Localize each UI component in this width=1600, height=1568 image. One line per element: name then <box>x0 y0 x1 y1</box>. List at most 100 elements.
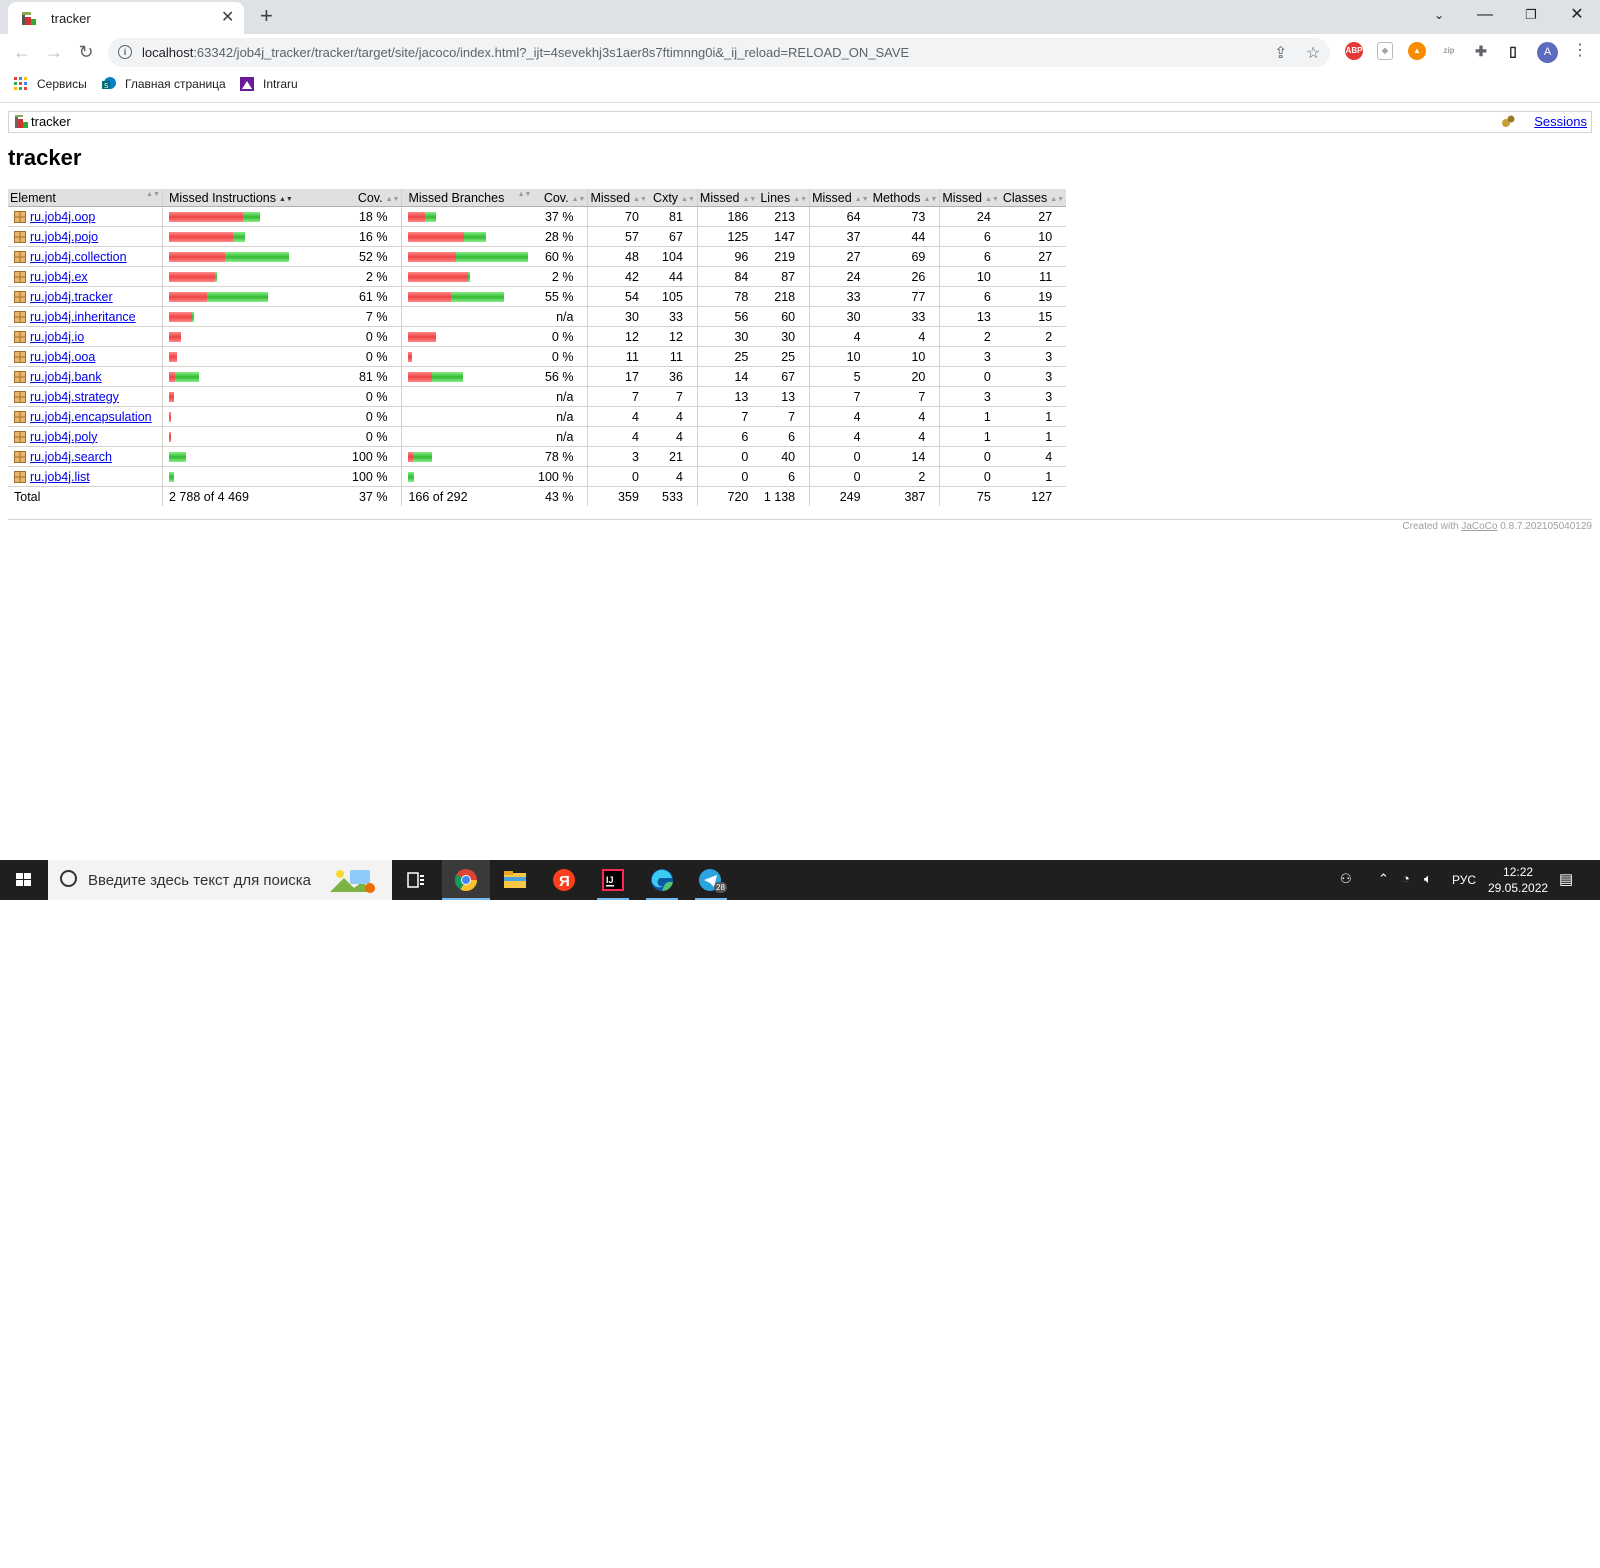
package-link[interactable]: ru.job4j.ex <box>30 270 88 284</box>
header-methods[interactable]: Methods ▲▼ <box>870 189 940 207</box>
header-classes-missed[interactable]: Missed ▲▼ <box>939 189 1001 207</box>
header-lines-missed[interactable]: Missed ▲▼ <box>696 189 759 207</box>
cxty-missed-cell: 4 <box>587 406 649 427</box>
missed-branches-cell <box>401 226 534 247</box>
package-link[interactable]: ru.job4j.encapsulation <box>30 410 152 424</box>
browser-menu-icon[interactable]: ⋮ <box>1572 42 1588 60</box>
branch-cov-cell: 56 % <box>533 366 588 387</box>
url-text[interactable]: localhost:63342/job4j_tracker/tracker/ta… <box>142 45 909 60</box>
instr-cov-cell: 61 % <box>350 286 402 307</box>
package-link[interactable]: ru.job4j.tracker <box>30 290 113 304</box>
total-classes: 127 <box>1000 486 1067 506</box>
taskbar-telegram[interactable]: 28 <box>687 860 735 900</box>
package-link[interactable]: ru.job4j.inheritance <box>30 310 136 324</box>
sessions-link[interactable]: Sessions <box>1534 114 1587 129</box>
tray-overflow-icon[interactable]: ⌃ <box>1378 871 1389 887</box>
header-missed-instructions[interactable]: Missed Instructions ▲▼ <box>162 189 350 207</box>
taskbar-search-box[interactable]: Введите здесь текст для поиска <box>48 860 392 900</box>
header-cxty-missed[interactable]: Missed ▲▼ <box>587 189 649 207</box>
taskbar-intellij[interactable]: IJ <box>589 860 637 900</box>
header-element[interactable]: Element ▲▼ <box>8 189 163 207</box>
minimize-icon[interactable]: — <box>1465 4 1505 26</box>
windows-start-icon[interactable] <box>0 860 47 900</box>
header-missed-branches[interactable]: Missed Branches ▲▼ <box>401 189 534 207</box>
shield-extension-icon[interactable]: ◈ <box>1377 42 1393 60</box>
language-indicator[interactable]: РУС <box>1452 873 1476 887</box>
bookmark-intraru[interactable]: Intraru <box>240 77 298 91</box>
intraru-icon <box>240 77 254 91</box>
package-link[interactable]: ru.job4j.strategy <box>30 390 119 404</box>
missed-instructions-cell <box>162 326 350 347</box>
methods-cell: 2 <box>870 466 940 487</box>
adblock-extension-icon[interactable]: ABP <box>1345 42 1363 60</box>
new-tab-icon[interactable]: + <box>260 5 273 27</box>
profile-avatar[interactable]: A <box>1537 42 1558 63</box>
tab-search-icon[interactable]: ⌄ <box>1419 4 1459 26</box>
people-icon[interactable]: ⚇ <box>1340 871 1352 887</box>
package-link[interactable]: ru.job4j.pojo <box>30 230 98 244</box>
breadcrumb-current: tracker <box>31 114 71 129</box>
taskbar-edge[interactable] <box>638 860 686 900</box>
classes-missed-cell: 3 <box>939 346 1001 367</box>
volume-icon[interactable]: 🔈︎ <box>1424 871 1432 887</box>
taskbar-file-explorer[interactable] <box>491 860 539 900</box>
methods-cell: 20 <box>870 366 940 387</box>
lines-missed-cell: 84 <box>696 266 759 287</box>
missed-instructions-cell <box>162 426 350 447</box>
element-cell: ru.job4j.strategy <box>8 386 163 407</box>
forward-icon[interactable]: → <box>42 42 66 62</box>
share-icon[interactable]: ⇪ <box>1274 43 1287 63</box>
methods-cell: 4 <box>870 426 940 447</box>
clock[interactable]: 12:22 29.05.2022 <box>1488 864 1548 896</box>
orange-extension-icon[interactable]: ▲ <box>1408 42 1426 60</box>
close-window-icon[interactable]: ✕ <box>1557 4 1597 26</box>
missed-bar <box>169 351 177 362</box>
branch-cov-cell: 78 % <box>533 446 588 467</box>
cxty-cell: 36 <box>648 366 698 387</box>
package-link[interactable]: ru.job4j.bank <box>30 370 102 384</box>
missed-branches-cell <box>401 466 534 487</box>
classes-missed-cell: 10 <box>939 266 1001 287</box>
header-lines[interactable]: Lines ▲▼ <box>758 189 810 207</box>
branch-cov-cell: 60 % <box>533 246 588 267</box>
instr-cov-cell: 0 % <box>350 406 402 427</box>
package-link[interactable]: ru.job4j.oop <box>30 210 95 224</box>
task-view-button[interactable] <box>392 860 440 900</box>
element-cell: ru.job4j.io <box>8 326 163 347</box>
package-link[interactable]: ru.job4j.io <box>30 330 84 344</box>
classes-missed-cell: 0 <box>939 446 1001 467</box>
header-methods-missed[interactable]: Missed ▲▼ <box>809 189 871 207</box>
side-panel-icon[interactable]: ▯ <box>1504 42 1522 60</box>
extensions-puzzle-icon[interactable]: ✚ <box>1472 42 1490 60</box>
address-bar[interactable]: i localhost:63342/job4j_tracker/tracker/… <box>108 38 1330 67</box>
jacoco-link[interactable]: JaCoCo <box>1461 521 1497 532</box>
header-classes[interactable]: Classes ▲▼ <box>1000 189 1067 207</box>
lines-missed-cell: 78 <box>696 286 759 307</box>
network-icon[interactable]: ◔ <box>1402 871 1410 886</box>
header-cxty[interactable]: Cxty ▲▼ <box>648 189 698 207</box>
tab-close-icon[interactable]: ✕ <box>221 9 234 27</box>
cxty-cell: 44 <box>648 266 698 287</box>
header-branch-cov[interactable]: Cov. ▲▼ <box>533 189 588 207</box>
package-link[interactable]: ru.job4j.search <box>30 450 112 464</box>
missed-branches-cell <box>401 346 534 367</box>
bookmark-home-page[interactable]: S Главная страница <box>102 77 226 91</box>
reload-icon[interactable]: ↻ <box>74 42 98 62</box>
browser-tab[interactable]: tracker ✕ <box>8 2 244 34</box>
notifications-icon[interactable]: ▤ <box>1559 870 1573 888</box>
running-indicator <box>646 898 678 900</box>
lines-cell: 60 <box>758 306 810 327</box>
bookmark-star-icon[interactable]: ☆ <box>1306 43 1320 63</box>
bookmark-services[interactable]: Сервисы <box>14 77 87 91</box>
restore-icon[interactable]: ❐ <box>1511 4 1551 26</box>
package-link[interactable]: ru.job4j.poly <box>30 430 97 444</box>
taskbar-yandex[interactable]: Я <box>540 860 588 900</box>
back-icon[interactable]: ← <box>10 42 34 62</box>
site-info-icon[interactable]: i <box>118 45 132 59</box>
package-link[interactable]: ru.job4j.list <box>30 470 90 484</box>
package-link[interactable]: ru.job4j.ooa <box>30 350 95 364</box>
zip-extension-icon[interactable]: zip <box>1440 42 1458 60</box>
taskbar-chrome[interactable] <box>442 860 490 900</box>
header-instr-cov[interactable]: Cov. ▲▼ <box>350 189 402 207</box>
package-link[interactable]: ru.job4j.collection <box>30 250 127 264</box>
